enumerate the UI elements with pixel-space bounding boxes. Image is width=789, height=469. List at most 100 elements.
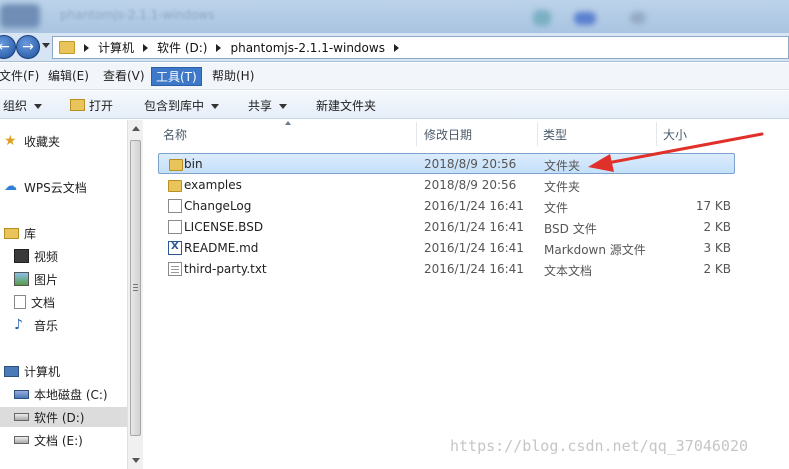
file-type: 文件夹: [544, 180, 581, 194]
file-size: 3 KB: [703, 241, 731, 255]
file-modified: 2018/8/9 20:56: [424, 157, 517, 171]
file-size: 2 KB: [703, 262, 731, 276]
share-label: 共享: [248, 99, 273, 113]
file-row[interactable]: README.md 2016/1/24 16:41 Markdown 源文件 3…: [158, 238, 735, 259]
nav-pictures-label: 图片: [34, 272, 59, 287]
blurred-title: phantomjs-2.1.1-windows: [60, 8, 215, 22]
breadcrumb-drive-d[interactable]: 软件 (D:): [157, 39, 207, 56]
file-size: 2 KB: [703, 220, 731, 234]
markdown-file-icon: [168, 241, 182, 255]
file-row[interactable]: examples 2018/8/9 20:56 文件夹: [158, 175, 735, 196]
nav-drive-d-label: 软件 (D:): [34, 410, 85, 425]
breadcrumb-phantomjs[interactable]: phantomjs-2.1.1-windows: [230, 41, 384, 55]
nav-libraries-label: 库: [24, 226, 37, 241]
history-dropdown-icon[interactable]: [42, 43, 50, 48]
menu-edit[interactable]: 编辑(E): [44, 67, 93, 86]
include-in-library-button[interactable]: 包含到库中: [144, 97, 220, 114]
arrow-shaft: [600, 132, 764, 166]
drive-icon: [14, 436, 29, 444]
nav-videos[interactable]: 视频: [14, 246, 62, 266]
share-button[interactable]: 共享: [248, 97, 288, 114]
grip-line: [133, 290, 138, 291]
menu-view[interactable]: 查看(V): [99, 67, 149, 86]
column-header-modified[interactable]: 修改日期: [424, 126, 472, 143]
menu-file[interactable]: 文件(F): [0, 67, 43, 86]
picture-icon: [14, 272, 29, 286]
file-modified: 2016/1/24 16:41: [424, 241, 524, 255]
file-row[interactable]: LICENSE.BSD 2016/1/24 16:41 BSD 文件 2 KB: [158, 217, 735, 238]
nav-favorites[interactable]: ★ 收藏夹: [4, 131, 64, 151]
folder-icon: [169, 159, 183, 171]
organize-button[interactable]: 组织: [3, 97, 43, 114]
nav-documents[interactable]: 文档: [14, 292, 59, 312]
file-size: 17 KB: [695, 199, 731, 213]
annotation-arrow-icon: [588, 132, 764, 172]
nav-pictures[interactable]: 图片: [14, 269, 62, 289]
arrow-head: [588, 154, 614, 172]
breadcrumb-computer[interactable]: 计算机: [98, 39, 134, 56]
file-modified: 2016/1/24 16:41: [424, 220, 524, 234]
nav-computer[interactable]: 计算机: [4, 361, 64, 381]
nav-drive-e[interactable]: 文档 (E:): [14, 430, 87, 450]
nav-wps-cloud[interactable]: ☁ WPS云文档: [4, 177, 91, 197]
file-type: Markdown 源文件: [544, 243, 646, 257]
file-modified: 2016/1/24 16:41: [424, 262, 524, 276]
file-modified: 2016/1/24 16:41: [424, 199, 524, 213]
navigation-pane: ★ 收藏夹 ☁ WPS云文档 库 视频 图片 文档 ♪ 音乐 计算机 本地磁盘 …: [0, 120, 127, 469]
folder-icon: [168, 180, 182, 192]
column-divider[interactable]: [537, 122, 538, 146]
nav-music[interactable]: ♪ 音乐: [14, 315, 62, 335]
scroll-up-icon[interactable]: [132, 126, 140, 131]
organize-label: 组织: [3, 99, 28, 113]
menu-help[interactable]: 帮助(H): [208, 67, 258, 86]
nav-libraries[interactable]: 库: [4, 223, 40, 243]
address-bar[interactable]: 计算机 软件 (D:) phantomjs-2.1.1-windows: [52, 36, 789, 59]
file-name: bin: [184, 157, 203, 171]
new-folder-button[interactable]: 新建文件夹: [316, 97, 376, 114]
file-type: 文本文档: [544, 264, 593, 278]
open-folder-icon: [70, 99, 85, 111]
drive-icon: [14, 413, 29, 421]
file-modified: 2018/8/9 20:56: [424, 178, 517, 192]
column-header-type[interactable]: 类型: [543, 126, 567, 143]
navigation-scrollbar[interactable]: [127, 120, 143, 469]
file-type: 文件夹: [544, 159, 581, 173]
nav-drive-d[interactable]: 软件 (D:): [0, 407, 127, 427]
command-bar: 组织 打开 包含到库中 共享 新建文件夹: [0, 91, 789, 119]
file-type: 文件: [544, 201, 569, 215]
forward-button[interactable]: →: [16, 35, 40, 59]
file-row[interactable]: ChangeLog 2016/1/24 16:41 文件 17 KB: [158, 196, 735, 217]
file-row[interactable]: third-party.txt 2016/1/24 16:41 文本文档 2 K…: [158, 259, 735, 280]
chevron-right-icon[interactable]: [393, 43, 399, 52]
file-icon: [168, 220, 182, 234]
library-icon: [4, 227, 19, 239]
chevron-right-icon[interactable]: [143, 43, 149, 52]
blurred-app-icon: [0, 4, 40, 28]
back-button[interactable]: ←: [0, 35, 16, 59]
nav-favorites-label: 收藏夹: [24, 134, 61, 149]
nav-documents-label: 文档: [31, 295, 56, 310]
nav-drive-e-label: 文档 (E:): [34, 433, 83, 448]
nav-drive-c[interactable]: 本地磁盘 (C:): [14, 384, 112, 404]
menu-tools[interactable]: 工具(T): [151, 67, 202, 86]
blurred-icon-1: [533, 10, 551, 26]
open-label: 打开: [89, 99, 114, 113]
file-name: ChangeLog: [184, 199, 252, 213]
nav-videos-label: 视频: [34, 249, 59, 264]
file-name: third-party.txt: [184, 262, 267, 276]
blurred-icon-2: [574, 12, 596, 25]
chevron-right-icon[interactable]: [84, 43, 89, 52]
chevron-right-icon[interactable]: [216, 43, 222, 52]
chevron-down-icon: [34, 104, 43, 109]
nav-computer-label: 计算机: [24, 364, 61, 379]
chevron-down-icon: [279, 104, 288, 109]
scroll-down-icon[interactable]: [132, 458, 140, 463]
file-icon: [168, 199, 182, 213]
open-button[interactable]: 打开: [70, 97, 113, 114]
column-header-name[interactable]: 名称: [163, 126, 187, 143]
file-name: README.md: [184, 241, 259, 255]
blurred-icon-3: [630, 12, 646, 24]
scrollbar-thumb[interactable]: [130, 140, 141, 436]
document-icon: [14, 295, 26, 309]
column-divider[interactable]: [416, 122, 417, 146]
